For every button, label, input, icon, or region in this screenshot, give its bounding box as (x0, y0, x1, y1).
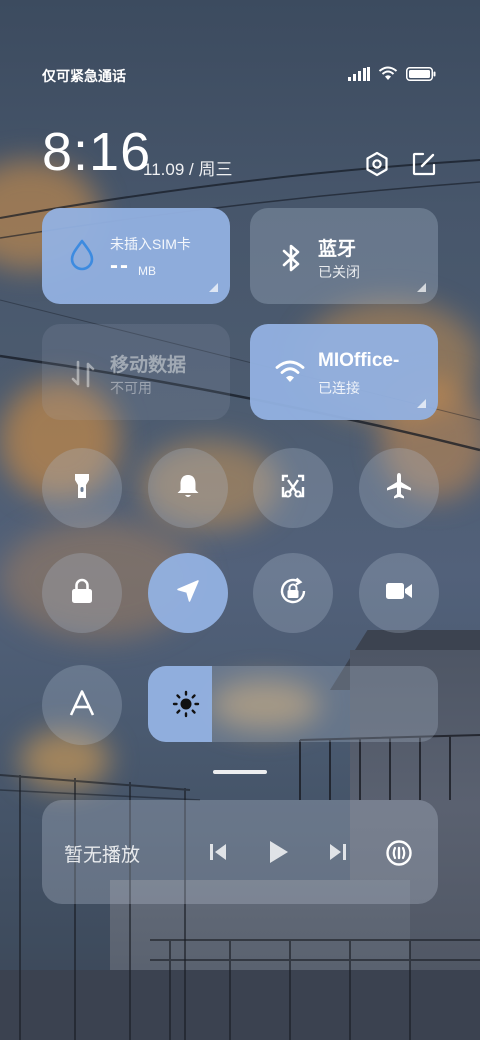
airplane-icon (384, 471, 414, 506)
media-player: 暂无播放 (42, 800, 438, 904)
brightness-slider[interactable] (148, 666, 438, 742)
flashlight-toggle[interactable] (42, 448, 122, 528)
wifi-status: 已连接 (318, 380, 360, 396)
status-bar: 仅可紧急通话 (0, 60, 480, 92)
video-camera-icon (384, 579, 414, 608)
data-usage-value: -- (110, 252, 130, 279)
location-toggle[interactable] (148, 553, 228, 633)
bluetooth-tile[interactable]: 蓝牙 已关闭 (250, 208, 438, 304)
mobile-data-tile[interactable]: 移动数据 不可用 (42, 324, 230, 420)
flashlight-icon (69, 472, 95, 505)
wifi-icon (274, 358, 306, 390)
media-status-label: 暂无播放 (64, 845, 141, 866)
location-arrow-icon (174, 577, 202, 610)
expand-corner-icon (209, 283, 218, 292)
mobile-data-title: 移动数据 (110, 355, 187, 376)
data-usage-unit: MB (138, 264, 156, 278)
screenshot-toggle[interactable] (253, 448, 333, 528)
lock-screen-toggle[interactable] (42, 553, 122, 633)
bell-icon (174, 472, 202, 505)
bluetooth-title: 蓝牙 (318, 239, 357, 260)
expand-corner-icon (417, 283, 426, 292)
water-drop-icon (66, 238, 98, 271)
screen-record-toggle[interactable] (359, 553, 439, 633)
next-icon[interactable] (324, 838, 352, 866)
lock-icon (69, 577, 95, 610)
mobile-data-icon (68, 358, 100, 390)
carrier-text: 仅可紧急通话 (42, 68, 126, 84)
clock-time: 8:16 (42, 122, 152, 182)
font-icon (68, 689, 96, 722)
font-size-toggle[interactable] (42, 665, 122, 745)
wifi-tile[interactable]: MIOffice- 已连接 (250, 324, 438, 420)
wifi-icon (378, 66, 398, 86)
rotation-lock-toggle[interactable] (253, 553, 333, 633)
sun-icon (172, 690, 200, 718)
settings-icon[interactable] (363, 150, 391, 178)
edit-icon[interactable] (410, 150, 438, 178)
drag-handle[interactable] (213, 770, 267, 774)
clock-date: 11.09 / 周三 (143, 160, 233, 179)
signal-icon (348, 66, 370, 86)
previous-icon[interactable] (204, 838, 232, 866)
expand-corner-icon (417, 399, 426, 408)
battery-icon (406, 66, 436, 86)
play-icon[interactable] (264, 838, 292, 866)
airplane-mode-toggle[interactable] (359, 448, 439, 528)
wifi-network-name: MIOffice- (318, 350, 400, 371)
bluetooth-icon (276, 242, 308, 274)
screenshot-icon (279, 472, 307, 505)
mobile-data-status: 不可用 (110, 380, 152, 396)
bluetooth-status: 已关闭 (318, 264, 360, 280)
rotation-lock-icon (277, 575, 309, 612)
data-usage-tile[interactable]: 未插入SIM卡 -- MB (42, 208, 230, 304)
mute-toggle[interactable] (148, 448, 228, 528)
cast-icon[interactable] (384, 838, 414, 868)
sim-status-label: 未插入SIM卡 (110, 236, 191, 252)
